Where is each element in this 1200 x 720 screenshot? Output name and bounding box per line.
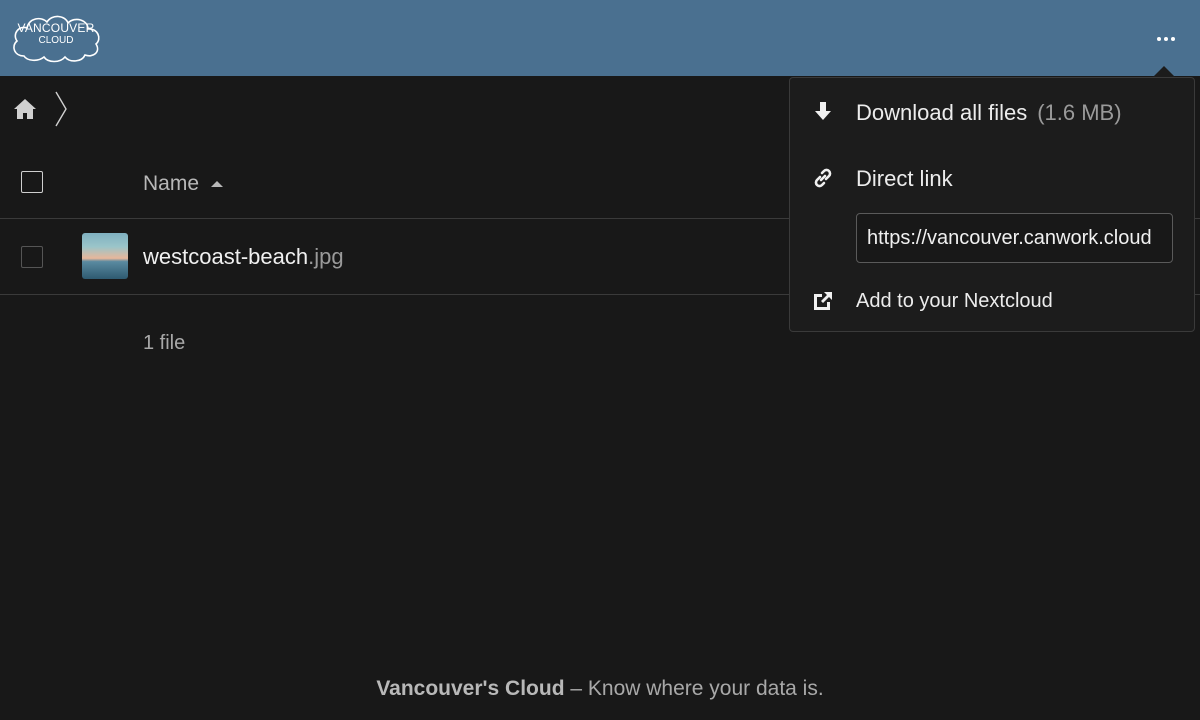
- three-dots-icon: [1157, 37, 1161, 41]
- file-select-checkbox[interactable]: [21, 246, 43, 268]
- home-icon[interactable]: [12, 96, 38, 122]
- file-thumbnail[interactable]: [82, 233, 128, 279]
- download-all-files-item[interactable]: Download all files (1.6 MB): [790, 88, 1194, 138]
- download-label: Download all files: [856, 100, 1028, 125]
- logo-text-line2: CLOUD: [38, 35, 74, 46]
- footer: Vancouver's Cloud – Know where your data…: [0, 677, 1200, 701]
- download-arrow-icon: [815, 102, 831, 120]
- download-size: (1.6 MB): [1037, 100, 1122, 125]
- logo-text-line1: VANCOUVER: [17, 21, 95, 35]
- breadcrumb: [12, 91, 68, 127]
- file-name[interactable]: westcoast-beach.jpg: [143, 244, 344, 270]
- direct-link-field[interactable]: [856, 213, 1173, 263]
- share-actions-menu: Download all files (1.6 MB) Direct link A…: [789, 77, 1195, 332]
- sort-ascending-icon: [211, 181, 224, 187]
- file-count-summary: 1 file: [143, 332, 186, 354]
- footer-brand[interactable]: Vancouver's Cloud: [376, 677, 564, 700]
- name-column-header[interactable]: Name: [143, 172, 224, 196]
- more-actions-button[interactable]: [1146, 24, 1186, 54]
- add-to-nextcloud-label: Add to your Nextcloud: [856, 290, 1053, 312]
- menu-pointer: [1153, 66, 1175, 77]
- direct-link-item[interactable]: Direct link: [790, 154, 1194, 204]
- select-all-checkbox[interactable]: [21, 171, 43, 193]
- direct-link-label: Direct link: [856, 166, 953, 191]
- vancouver-cloud-logo[interactable]: VANCOUVER CLOUD: [10, 12, 102, 64]
- add-to-nextcloud-item[interactable]: Add to your Nextcloud: [790, 278, 1194, 328]
- footer-tagline: – Know where your data is.: [564, 677, 824, 700]
- file-extension: .jpg: [308, 244, 344, 269]
- chevron-right-icon: [55, 91, 67, 127]
- external-link-icon: [814, 292, 832, 310]
- link-icon: [814, 168, 832, 188]
- file-basename: westcoast-beach: [143, 244, 309, 269]
- app-header: VANCOUVER CLOUD: [0, 0, 1200, 76]
- name-column-label: Name: [143, 172, 200, 195]
